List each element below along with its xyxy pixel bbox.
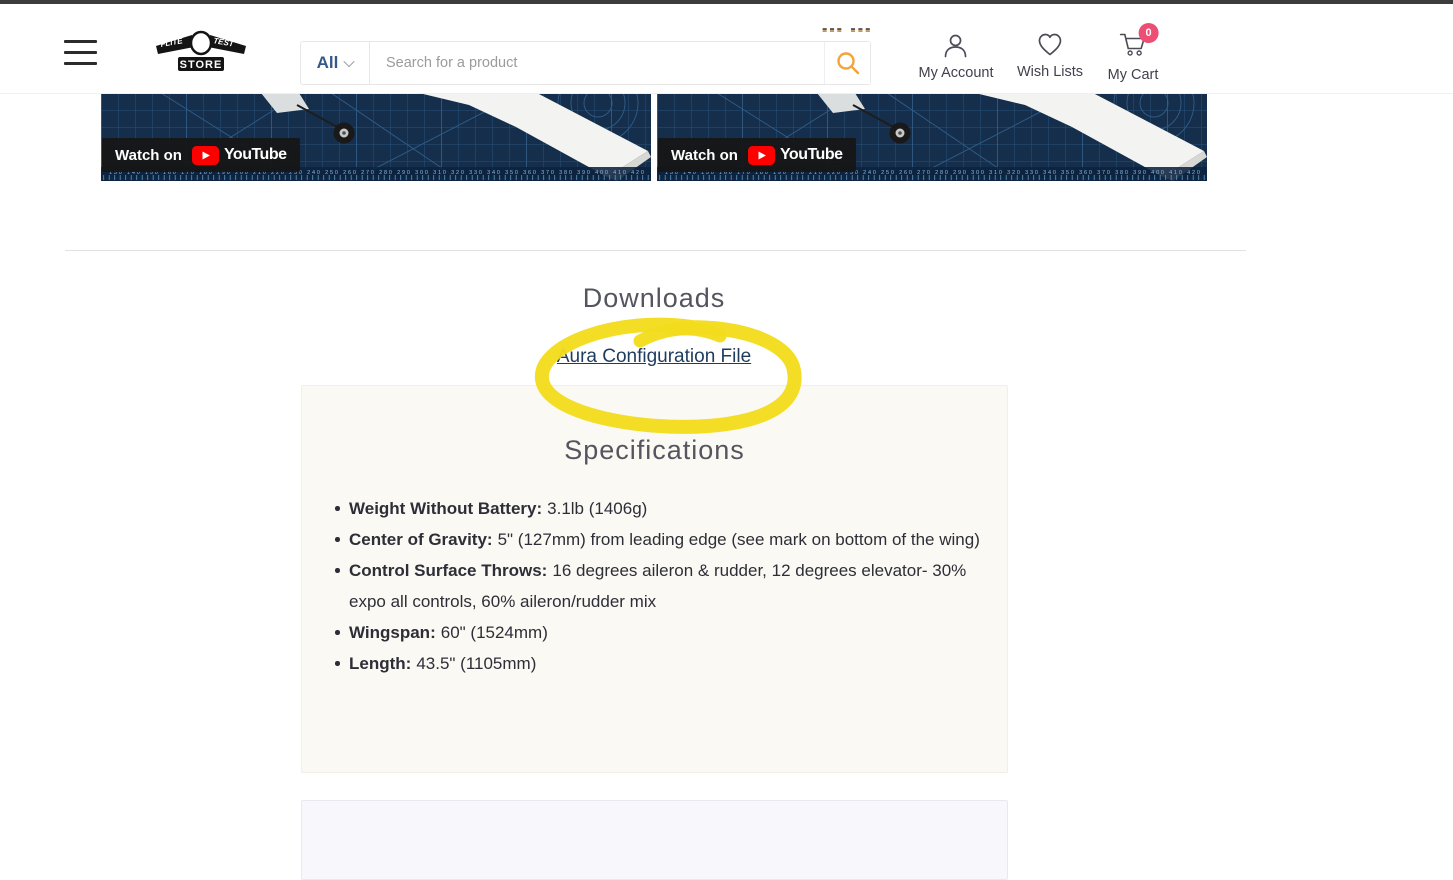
youtube-video-embed-1[interactable]: 130 140 150 160 170 180 190 200 210 220 … — [101, 93, 651, 181]
specifications-panel: Specifications Weight Without Battery: 3.… — [301, 385, 1008, 773]
search-input[interactable] — [370, 42, 824, 84]
spec-value: 3.1lb (1406g) — [547, 499, 648, 518]
youtube-play-icon — [191, 145, 219, 165]
spec-item-center-of-gravity: Center of Gravity: 5" (127mm) from leadin… — [335, 524, 999, 555]
watch-on-youtube-button[interactable]: Watch on YouTube — [102, 138, 300, 172]
search-icon — [836, 52, 859, 75]
spec-label: Length: — [349, 654, 412, 673]
spec-item-length: Length: 43.5" (1105mm) — [335, 648, 999, 679]
heart-icon — [1038, 33, 1062, 56]
spec-item-control-surface-throws: Control Surface Throws: 16 degrees ailero… — [335, 555, 999, 617]
youtube-wordmark: YouTube — [779, 146, 843, 163]
search-category-dropdown[interactable]: All — [301, 42, 370, 84]
product-search-bar: All — [300, 41, 871, 85]
spec-label: Weight Without Battery: — [349, 499, 543, 518]
my-cart-nav[interactable]: 0 My Cart — [1107, 23, 1159, 83]
search-category-value: All — [316, 53, 339, 72]
store-logo[interactable]: FLITE TEST STORE — [154, 30, 248, 76]
section-divider — [65, 250, 1246, 251]
spec-label: Control Surface Throws: — [349, 561, 548, 580]
cart-count-badge: 0 — [1138, 23, 1159, 43]
logo-word-store: STORE — [180, 59, 223, 71]
aura-configuration-file-link[interactable]: Aura Configuration File — [557, 346, 751, 367]
spec-item-weight: Weight Without Battery: 3.1lb (1406g) — [335, 493, 999, 524]
youtube-wordmark: YouTube — [223, 146, 287, 163]
my-account-label: My Account — [918, 65, 994, 81]
spec-value: 43.5" (1105mm) — [416, 654, 537, 673]
youtube-play-icon — [747, 145, 775, 165]
watch-on-youtube-button[interactable]: Watch on YouTube — [658, 138, 856, 172]
wish-lists-label: Wish Lists — [1016, 64, 1084, 80]
my-cart-label: My Cart — [1107, 67, 1159, 83]
my-account-nav[interactable]: My Account — [918, 31, 994, 81]
search-button[interactable] — [824, 42, 870, 84]
youtube-video-embed-2[interactable]: 130 140 150 160 170 180 190 200 210 220 … — [657, 93, 1207, 181]
watch-on-label: Watch on — [115, 146, 182, 164]
downloads-title: Downloads — [582, 283, 726, 313]
wish-lists-nav[interactable]: Wish Lists — [1017, 31, 1083, 80]
spec-label: Center of Gravity: — [349, 530, 493, 549]
hamburger-menu-icon[interactable] — [64, 40, 97, 65]
site-header: FLITE TEST STORE --- --- All My Account — [0, 4, 1453, 94]
spec-item-wingspan: Wingspan: 60" (1524mm) — [335, 617, 999, 648]
flite-test-store-logo-image: FLITE TEST STORE — [156, 30, 246, 71]
dash-placeholder-text: --- --- — [822, 20, 873, 37]
spec-value: 60" (1524mm) — [440, 623, 548, 642]
specifications-title: Specifications — [564, 435, 745, 465]
user-icon — [945, 34, 967, 58]
next-section-panel — [301, 800, 1008, 880]
specifications-list: Weight Without Battery: 3.1lb (1406g) Cen… — [302, 493, 999, 679]
watch-on-label: Watch on — [671, 146, 738, 164]
chevron-down-icon — [343, 55, 356, 68]
spec-value: 5" (127mm) from leading edge (see mark o… — [497, 530, 980, 549]
spec-label: Wingspan: — [349, 623, 436, 642]
